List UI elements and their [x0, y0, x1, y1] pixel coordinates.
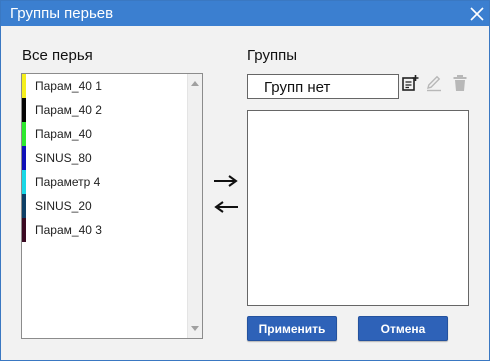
pen-label: Парам_40 3 — [35, 223, 102, 237]
group-pens-list[interactable] — [247, 110, 469, 306]
pen-color-swatch — [22, 194, 26, 218]
cancel-button[interactable]: Отмена — [358, 316, 448, 341]
pen-label: SINUS_20 — [35, 199, 92, 213]
rename-group-button[interactable] — [425, 74, 443, 92]
pen-list-item[interactable]: Парам_40 3 — [22, 218, 188, 242]
pen-list-item[interactable]: Параметр 4 — [22, 170, 188, 194]
move-right-button[interactable] — [213, 173, 239, 189]
pen-list-item[interactable]: Парам_40 2 — [22, 98, 188, 122]
pens-scrollbar[interactable] — [187, 74, 202, 338]
title-bar: Группы перьев — [1, 1, 489, 26]
close-button[interactable] — [466, 3, 487, 24]
pen-label: Парам_40 — [35, 127, 92, 141]
pen-list-item[interactable]: Парам_40 1 — [22, 74, 188, 98]
all-pens-list[interactable]: Парам_40 1 Парам_40 2 Парам_40 SINUS_80 Пара… — [21, 73, 203, 339]
pen-color-swatch — [22, 98, 26, 122]
add-group-button[interactable] — [401, 74, 419, 92]
dialog-title: Группы перьев — [10, 5, 114, 22]
pen-label: Параметр 4 — [35, 175, 101, 189]
add-list-icon — [402, 75, 419, 91]
pen-color-swatch — [22, 74, 26, 98]
group-select[interactable]: Групп нет — [247, 74, 399, 99]
pen-label: Парам_40 2 — [35, 103, 102, 117]
pen-label: Парам_40 1 — [35, 79, 102, 93]
pen-list-item[interactable]: Парам_40 — [22, 122, 188, 146]
all-pens-heading: Все перья — [22, 47, 93, 64]
pen-groups-dialog: Группы перьев Все перья Парам_40 1 Парам_… — [0, 0, 490, 361]
scroll-up-icon[interactable] — [191, 81, 199, 86]
groups-heading: Группы — [247, 47, 297, 64]
delete-group-button[interactable] — [451, 74, 469, 92]
pen-color-swatch — [22, 122, 26, 146]
trash-icon — [453, 75, 467, 91]
group-select-value: Групп нет — [264, 79, 331, 96]
pen-color-swatch — [22, 146, 26, 170]
scroll-down-icon[interactable] — [191, 326, 199, 331]
pen-list-item[interactable]: SINUS_20 — [22, 194, 188, 218]
pen-color-swatch — [22, 218, 26, 242]
pencil-icon — [427, 75, 441, 92]
move-left-button[interactable] — [213, 199, 239, 215]
pen-list-item[interactable]: SINUS_80 — [22, 146, 188, 170]
close-icon — [469, 6, 484, 21]
arrow-right-icon — [214, 175, 238, 187]
pen-label: SINUS_80 — [35, 151, 92, 165]
apply-button[interactable]: Применить — [247, 316, 337, 341]
arrow-left-icon — [214, 201, 238, 213]
pen-color-swatch — [22, 170, 26, 194]
